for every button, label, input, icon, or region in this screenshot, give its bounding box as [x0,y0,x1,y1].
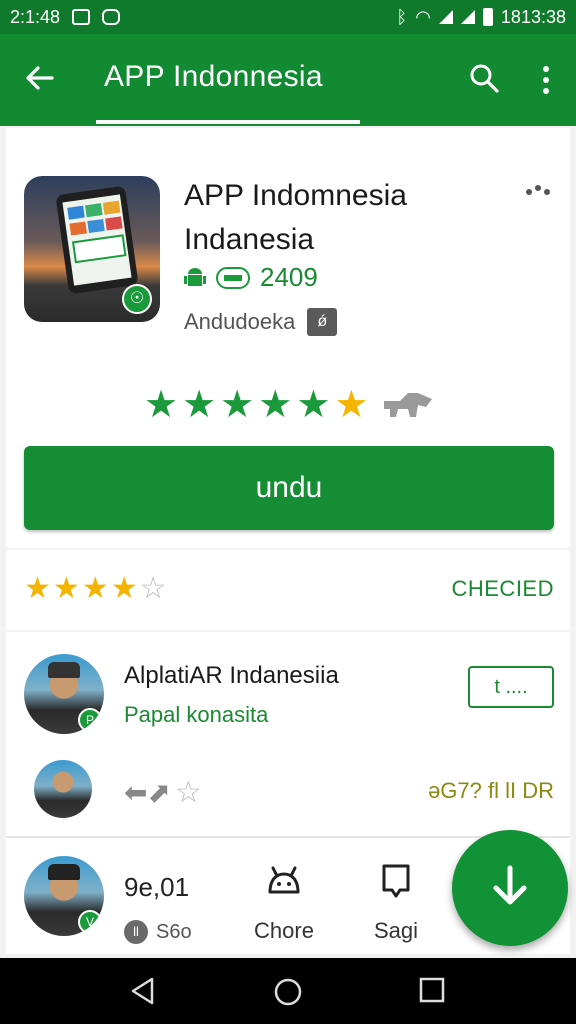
review-rating: ⬅⬈ ☆ [124,776,202,809]
star-icon: ★ [296,382,331,426]
star-icon: ★ [182,382,217,426]
user-chip[interactable]: ll S6o [124,920,192,944]
developer-name[interactable]: Andudoeka [184,309,295,335]
wifi-icon: ◠ [415,6,431,28]
star-outline-icon: ☆ [174,774,202,810]
status-time-right: 1813:38 [500,6,566,27]
checked-label[interactable]: CHECIED [451,576,554,602]
star-icon: ★ [24,571,51,606]
more-dots-icon[interactable] [524,184,554,200]
rating-stars[interactable]: ★ ★ ★ ★ ☆ [24,572,167,606]
info-icon: ll [124,920,148,944]
app-icon-badge: ☉ [122,284,152,314]
reply-button[interactable]: t .... [468,666,554,708]
star-icon: ★ [334,382,369,426]
status-time-left: 2:1:48 [10,6,61,27]
nav-recents-icon[interactable] [418,976,446,1004]
review-meta: əG7? fl lI DR [428,778,554,803]
avatar-badge: V [78,910,102,934]
rating-row: ★ ★ ★ ★ ☆ CHECIED [6,550,570,630]
android-face-icon[interactable] [264,862,304,902]
app-icon[interactable]: ☉ [24,176,160,322]
user-label: 9e,01 [124,872,190,902]
screenshot-notification-icon [72,9,91,25]
app-details-card: ☉ APP Indomnesia Indanesia 2409 Andudoek… [6,128,570,548]
star-icon: ★ [52,571,80,606]
app-notification-icon [102,9,121,25]
status-bar: 2:1:48 ᛒ ◠ 1813:38 [0,0,576,34]
reviewer-avatar-2[interactable] [34,760,92,818]
user-avatar[interactable]: V [24,856,104,936]
tablet-illustration [55,185,139,295]
bluetooth-icon: ᛒ [396,6,408,28]
signal-icon-2 [460,10,475,24]
swap-arrows-icon: ⬅⬈ [124,776,171,809]
download-count: 2409 [260,262,318,292]
install-button[interactable]: undu [24,446,554,530]
signal-icon [438,10,453,24]
arrow-left-icon[interactable] [22,60,58,96]
arrow-down-icon [493,865,527,905]
app-bar-title: APP Indonnesia [104,60,323,93]
app-name: APP Indomnesia Indanesia [184,174,407,262]
app-name-line2: Indanesia [184,223,315,256]
battery-icon [482,8,493,26]
tab-indicator [96,120,360,124]
reviewer-name: AlplatiAR Indanesiia [124,662,339,689]
avatar-badge: P [78,708,102,732]
rating-stars-large: ★ ★ ★ ★ ★ ★ [144,384,434,424]
star-icon: ★ [81,571,109,606]
developer-row: Andudoeka ǿ [184,308,338,336]
app-name-line1: APP Indomnesia [184,179,407,212]
download-fab[interactable] [452,830,568,946]
app-meta: 2409 [184,262,318,293]
reviewer-avatar[interactable]: P [24,654,104,734]
hand-pointer-icon [384,393,433,417]
comment-icon[interactable] [376,862,416,902]
star-icon: ★ [144,382,179,426]
search-icon[interactable] [466,60,502,96]
nav-back-icon[interactable] [128,976,158,1006]
user-chip-label: S6o [156,920,192,943]
app-bar: APP Indonnesia [0,34,576,126]
more-vert-icon[interactable] [536,62,556,98]
star-outline-icon: ☆ [139,571,167,606]
nav-home-icon[interactable] [272,976,304,1008]
download-size-icon [216,266,250,289]
star-icon: ★ [220,382,255,426]
system-nav-bar [0,958,576,1024]
content-rating-icon: ǿ [307,308,338,336]
chore-label[interactable]: Chore [246,918,322,944]
star-icon: ★ [110,571,138,606]
sagi-label[interactable]: Sagi [356,918,436,944]
star-icon: ★ [258,382,293,426]
reviewer-subtitle[interactable]: Papal konasita [124,702,268,728]
android-icon [184,267,206,286]
